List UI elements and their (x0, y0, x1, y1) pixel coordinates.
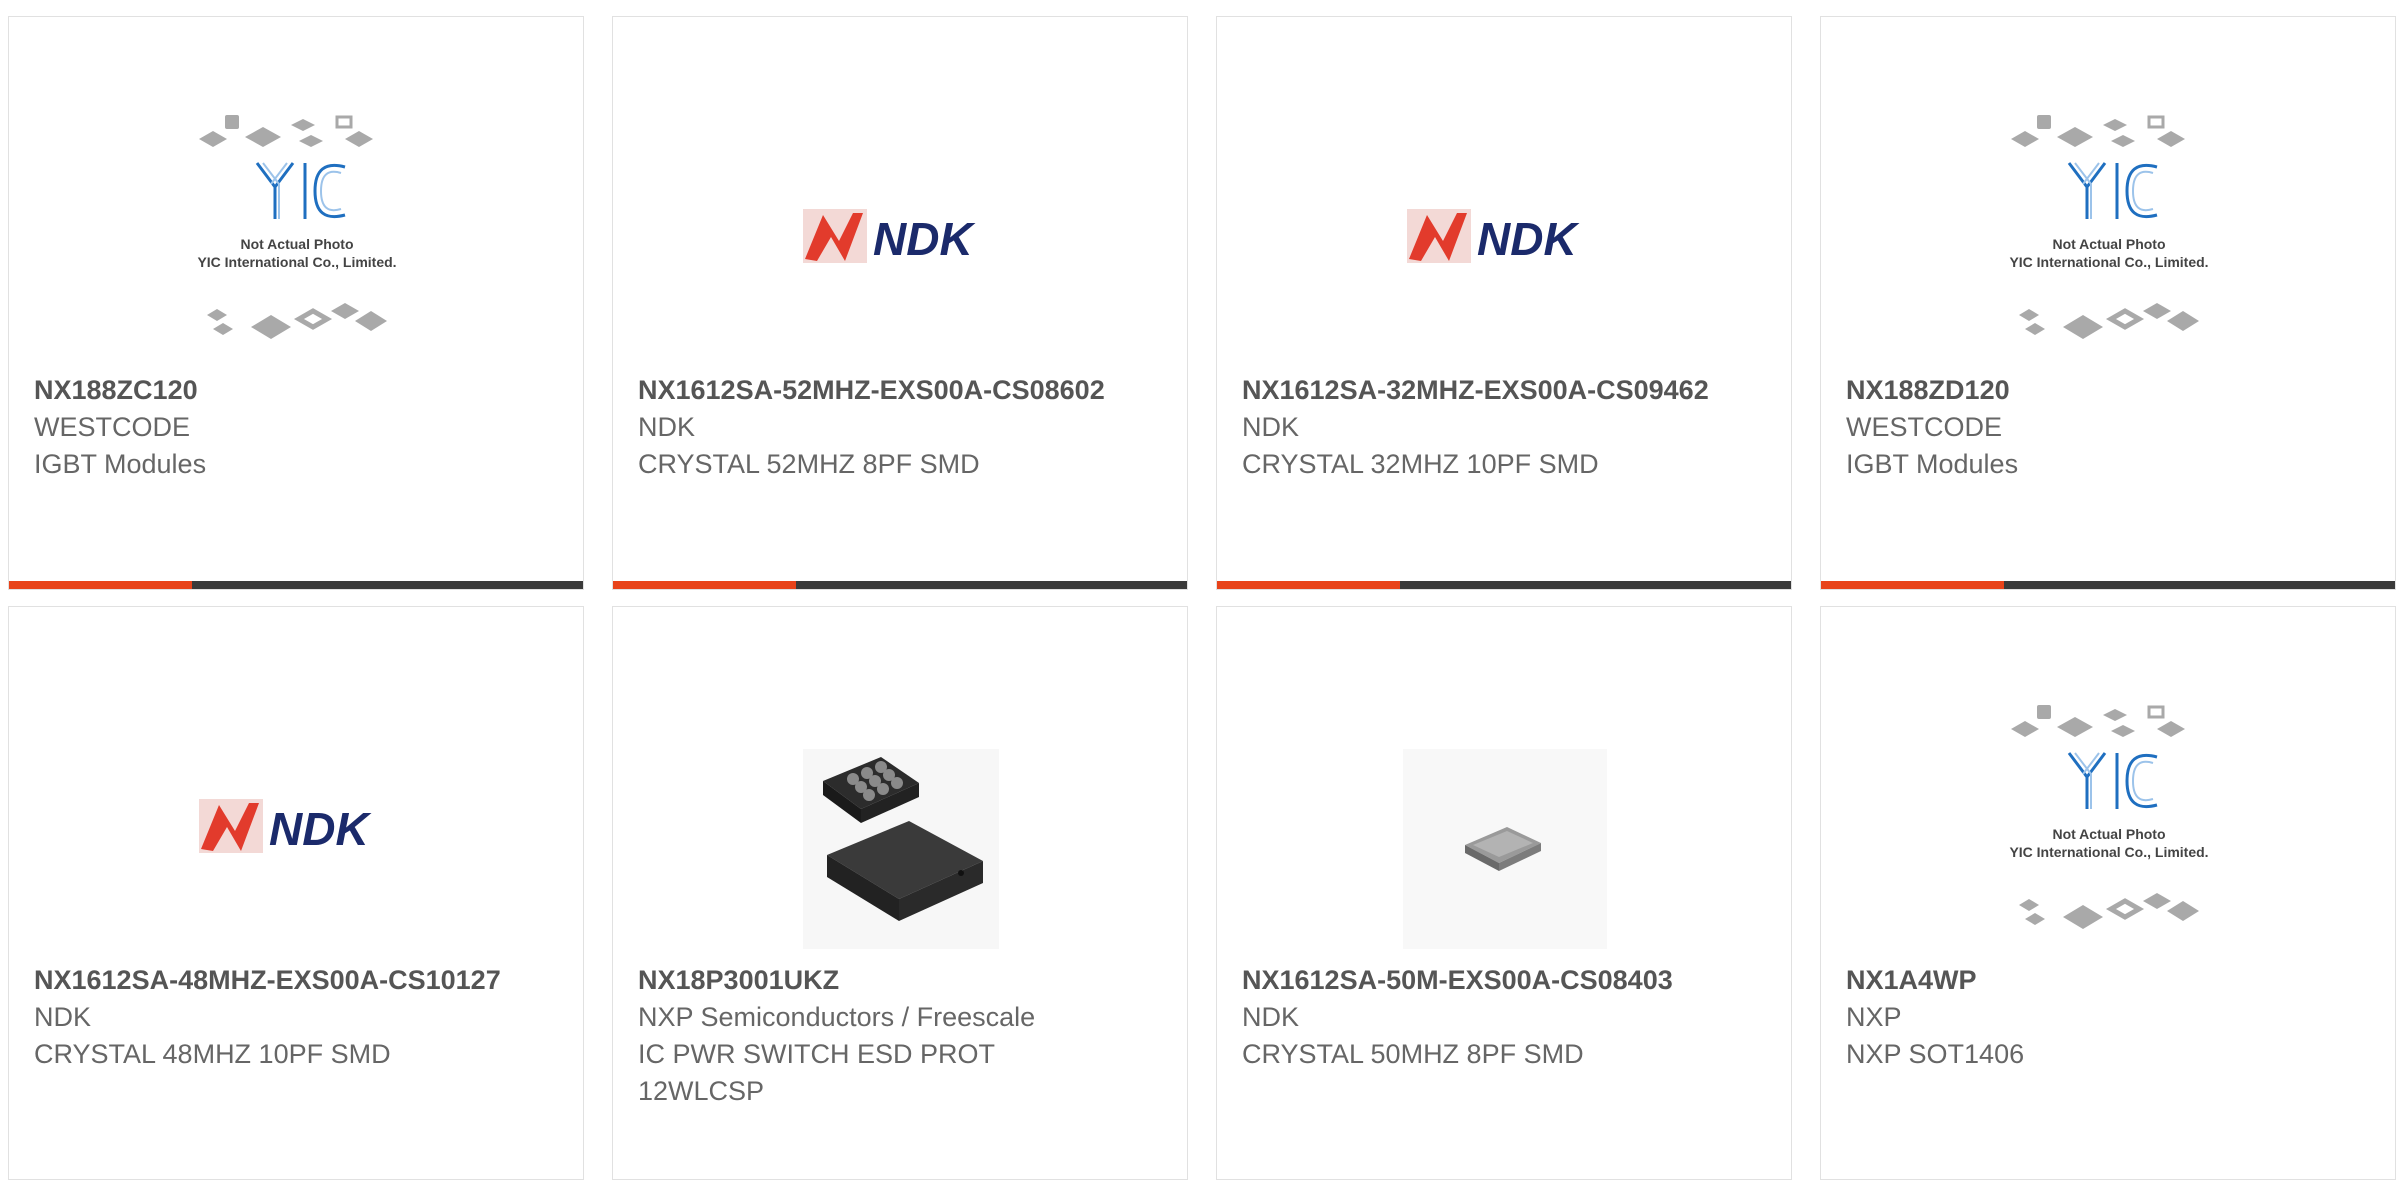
product-info: NX1612SA-32MHZ-EXS00A-CS09462 NDK CRYSTAL … (1242, 372, 1771, 483)
part-number-link[interactable]: NX1612SA-50M-EXS00A-CS08403 (1242, 962, 1771, 999)
card-footer-bar (9, 581, 583, 589)
placeholder-line1: Not Actual Photo (2052, 826, 2165, 842)
product-image[interactable]: NDK (195, 699, 399, 951)
product-image[interactable]: Not Actual Photo YIC International Co., … (2007, 699, 2211, 951)
product-card[interactable]: Not Actual Photo YIC International Co., … (1820, 606, 2396, 1180)
manufacturer-name: NDK (1242, 412, 1300, 442)
part-number-link[interactable]: NX1612SA-32MHZ-EXS00A-CS09462 (1242, 372, 1771, 409)
ndk-logo-text: NDK (873, 213, 975, 265)
product-image[interactable]: NDK (799, 109, 1003, 361)
yic-logo (255, 162, 346, 219)
product-description: CRYSTAL 32MHZ 10PF SMD (1242, 449, 1599, 479)
yic-placeholder-image: Not Actual Photo YIC International Co., … (2009, 705, 2209, 929)
part-number-link[interactable]: NX188ZC120 (34, 372, 563, 409)
card-footer-bar (1821, 581, 2395, 589)
placeholder-line2: YIC International Co., Limited. (2009, 254, 2208, 270)
card-footer-accent (613, 581, 796, 589)
product-card[interactable]: Not Actual Photo YIC International Co., … (8, 16, 584, 590)
ndk-logo-text: NDK (269, 803, 371, 855)
product-image[interactable]: Not Actual Photo YIC International Co., … (195, 109, 399, 361)
part-number-link[interactable]: NX1A4WP (1846, 962, 2375, 999)
card-footer-bar (1217, 581, 1791, 589)
ndk-logo-image: NDK (803, 209, 975, 265)
placeholder-line1: Not Actual Photo (2052, 236, 2165, 252)
manufacturer-name: NDK (34, 1002, 92, 1032)
product-card[interactable]: NDK NX1612SA-52MHZ-EXS00A-CS08602 NDK CRYS… (612, 16, 1188, 590)
product-image[interactable] (799, 699, 1003, 951)
ndk-logo-text: NDK (1477, 213, 1579, 265)
placeholder-line2: YIC International Co., Limited. (2009, 844, 2208, 860)
manufacturer-name: WESTCODE (1846, 412, 2003, 442)
product-card[interactable]: NX18P3001UKZ NXP Semiconductors / Freesca… (612, 606, 1188, 1180)
product-description: IGBT Modules (34, 449, 207, 479)
yic-logo (2067, 752, 2158, 809)
product-info: NX188ZC120 WESTCODE IGBT Modules (34, 372, 563, 483)
product-info: NX18P3001UKZ NXP Semiconductors / Freesca… (638, 962, 1167, 1110)
card-footer-bar (613, 581, 1187, 589)
card-footer-accent (1217, 581, 1400, 589)
ndk-logo-image: NDK (1407, 209, 1579, 265)
product-card[interactable]: NX1612SA-50M-EXS00A-CS08403 NDK CRYSTAL 50… (1216, 606, 1792, 1180)
product-image[interactable]: NDK (1403, 109, 1607, 361)
product-info: NX1612SA-52MHZ-EXS00A-CS08602 NDK CRYSTAL … (638, 372, 1167, 483)
product-card[interactable]: NDK NX1612SA-48MHZ-EXS00A-CS10127 NDK CRYS… (8, 606, 584, 1180)
card-footer-accent (1821, 581, 2004, 589)
yic-logo (2067, 162, 2158, 219)
product-card[interactable]: NDK NX1612SA-32MHZ-EXS00A-CS09462 NDK CRYS… (1216, 16, 1792, 590)
product-description: CRYSTAL 48MHZ 10PF SMD (34, 1039, 391, 1069)
product-description: IC PWR SWITCH ESD PROT 12WLCSP (638, 1039, 995, 1106)
product-info: NX1A4WP NXP NXP SOT1406 (1846, 962, 2375, 1073)
product-card[interactable]: Not Actual Photo YIC International Co., … (1820, 16, 2396, 590)
manufacturer-name: NDK (1242, 1002, 1300, 1032)
yic-placeholder-image: Not Actual Photo YIC International Co., … (2009, 115, 2209, 339)
product-description: CRYSTAL 50MHZ 8PF SMD (1242, 1039, 1584, 1069)
manufacturer-name: NXP (1846, 1002, 1902, 1032)
product-description: NXP SOT1406 (1846, 1039, 2025, 1069)
part-number-link[interactable]: NX1612SA-52MHZ-EXS00A-CS08602 (638, 372, 1167, 409)
ndk-logo-image: NDK (199, 799, 371, 855)
product-description: CRYSTAL 52MHZ 8PF SMD (638, 449, 980, 479)
product-image[interactable]: Not Actual Photo YIC International Co., … (2007, 109, 2211, 361)
manufacturer-name: NDK (638, 412, 696, 442)
crystal-chip-photo (1403, 749, 1607, 949)
part-number-link[interactable]: NX188ZD120 (1846, 372, 2375, 409)
yic-placeholder-image: Not Actual Photo YIC International Co., … (197, 115, 397, 339)
product-info: NX1612SA-48MHZ-EXS00A-CS10127 NDK CRYSTAL … (34, 962, 563, 1073)
part-number-link[interactable]: NX1612SA-48MHZ-EXS00A-CS10127 (34, 962, 563, 999)
product-info: NX1612SA-50M-EXS00A-CS08403 NDK CRYSTAL 50… (1242, 962, 1771, 1073)
manufacturer-name: NXP Semiconductors / Freescale (638, 1002, 1036, 1032)
manufacturer-name: WESTCODE (34, 412, 191, 442)
card-footer-accent (9, 581, 192, 589)
product-image[interactable] (1403, 699, 1607, 951)
product-info: NX188ZD120 WESTCODE IGBT Modules (1846, 372, 2375, 483)
placeholder-line2: YIC International Co., Limited. (197, 254, 396, 270)
part-number-link[interactable]: NX18P3001UKZ (638, 962, 1167, 999)
wlcsp-chip-photo (803, 749, 999, 949)
placeholder-line1: Not Actual Photo (240, 236, 353, 252)
product-description: IGBT Modules (1846, 449, 2019, 479)
